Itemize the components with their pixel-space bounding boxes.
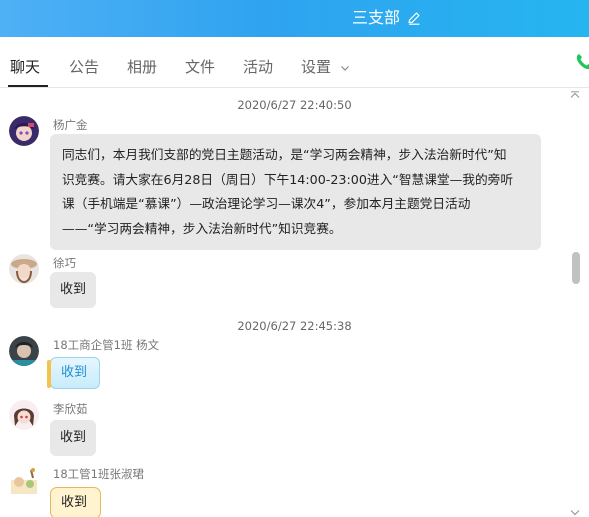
- tab-settings[interactable]: 设置: [301, 57, 350, 77]
- avatar[interactable]: [9, 400, 39, 430]
- sender-name: 杨广金: [53, 118, 88, 132]
- message-line: 识竞赛。请大家在6月28日（周日）下午14:00-23:00进入“智慧课堂—我的…: [62, 171, 514, 187]
- avatar[interactable]: [9, 466, 39, 496]
- message-line: 课（手机端是“慕课”）—政治理论学习—课次4”，参加本月主题党日活动: [62, 196, 471, 211]
- sender-name: 18工管1班张淑珺: [53, 467, 144, 481]
- scroll-up-arrow-icon[interactable]: [570, 91, 580, 99]
- avatar[interactable]: [9, 116, 39, 146]
- message-text: 收到: [61, 495, 88, 510]
- phone-call-icon[interactable]: [574, 52, 589, 72]
- tab-files[interactable]: 文件: [185, 57, 215, 77]
- message-bubble[interactable]: 收到: [50, 420, 97, 456]
- avatar-pink-girl: [9, 400, 39, 430]
- sender-name: 徐巧: [53, 256, 76, 270]
- avatar[interactable]: [9, 336, 39, 366]
- avatar-dark-portrait: [9, 336, 39, 366]
- pencil-edit-icon[interactable]: [406, 10, 422, 26]
- message-bubble[interactable]: 同志们，本月我们支部的党日主题活动，是“学习两会精神，步入法治新时代”知 识竞赛…: [50, 134, 541, 250]
- timestamp: 2020/6/27 22:45:38: [237, 319, 352, 333]
- tab-announcement[interactable]: 公告: [69, 57, 99, 77]
- tab-settings-label: 设置: [301, 58, 332, 76]
- message-text: 收到: [60, 282, 87, 297]
- group-title: 三支部: [352, 8, 401, 27]
- message-bubble[interactable]: 收到: [47, 357, 100, 389]
- tab-chat[interactable]: 聊天: [10, 57, 40, 77]
- title-bar: 三支部: [0, 0, 589, 37]
- sender-name: 18工商企管1班 杨文: [53, 338, 160, 352]
- chevron-down-icon: [340, 65, 349, 71]
- message-text: 收到: [60, 430, 87, 445]
- avatar[interactable]: [9, 254, 39, 284]
- message-bubble[interactable]: 收到: [50, 487, 101, 517]
- avatar-girl-hat: [9, 254, 39, 284]
- chat-message-area[interactable]: 2020/6/27 22:40:50 杨广金 同志们，本月我们支部的党日主题活动…: [0, 89, 589, 517]
- message-bubble[interactable]: 收到: [50, 272, 97, 308]
- avatar-cartoon-scene: [11, 468, 37, 494]
- message-line: 同志们，本月我们支部的党日主题活动，是“学习两会精神，步入法治新时代”知: [62, 147, 507, 162]
- scroll-down-arrow-icon[interactable]: [570, 509, 580, 517]
- tab-bar: 聊天 公告 相册 文件 活动 设置: [0, 37, 589, 88]
- avatar-anime-girl: [9, 116, 39, 146]
- scrollbar-thumb[interactable]: [572, 252, 580, 284]
- message-text: 收到: [61, 365, 88, 380]
- message-line: ——“学习两会精神，步入法治新时代”知识竞赛。: [62, 220, 342, 236]
- sender-name: 李欣茹: [53, 402, 88, 416]
- group-title-wrap: 三支部: [352, 7, 422, 29]
- tab-album[interactable]: 相册: [127, 57, 157, 77]
- bubble-decoration: [47, 360, 51, 388]
- active-tab-indicator: [8, 85, 48, 87]
- tab-activity[interactable]: 活动: [243, 57, 273, 77]
- timestamp: 2020/6/27 22:40:50: [237, 98, 352, 112]
